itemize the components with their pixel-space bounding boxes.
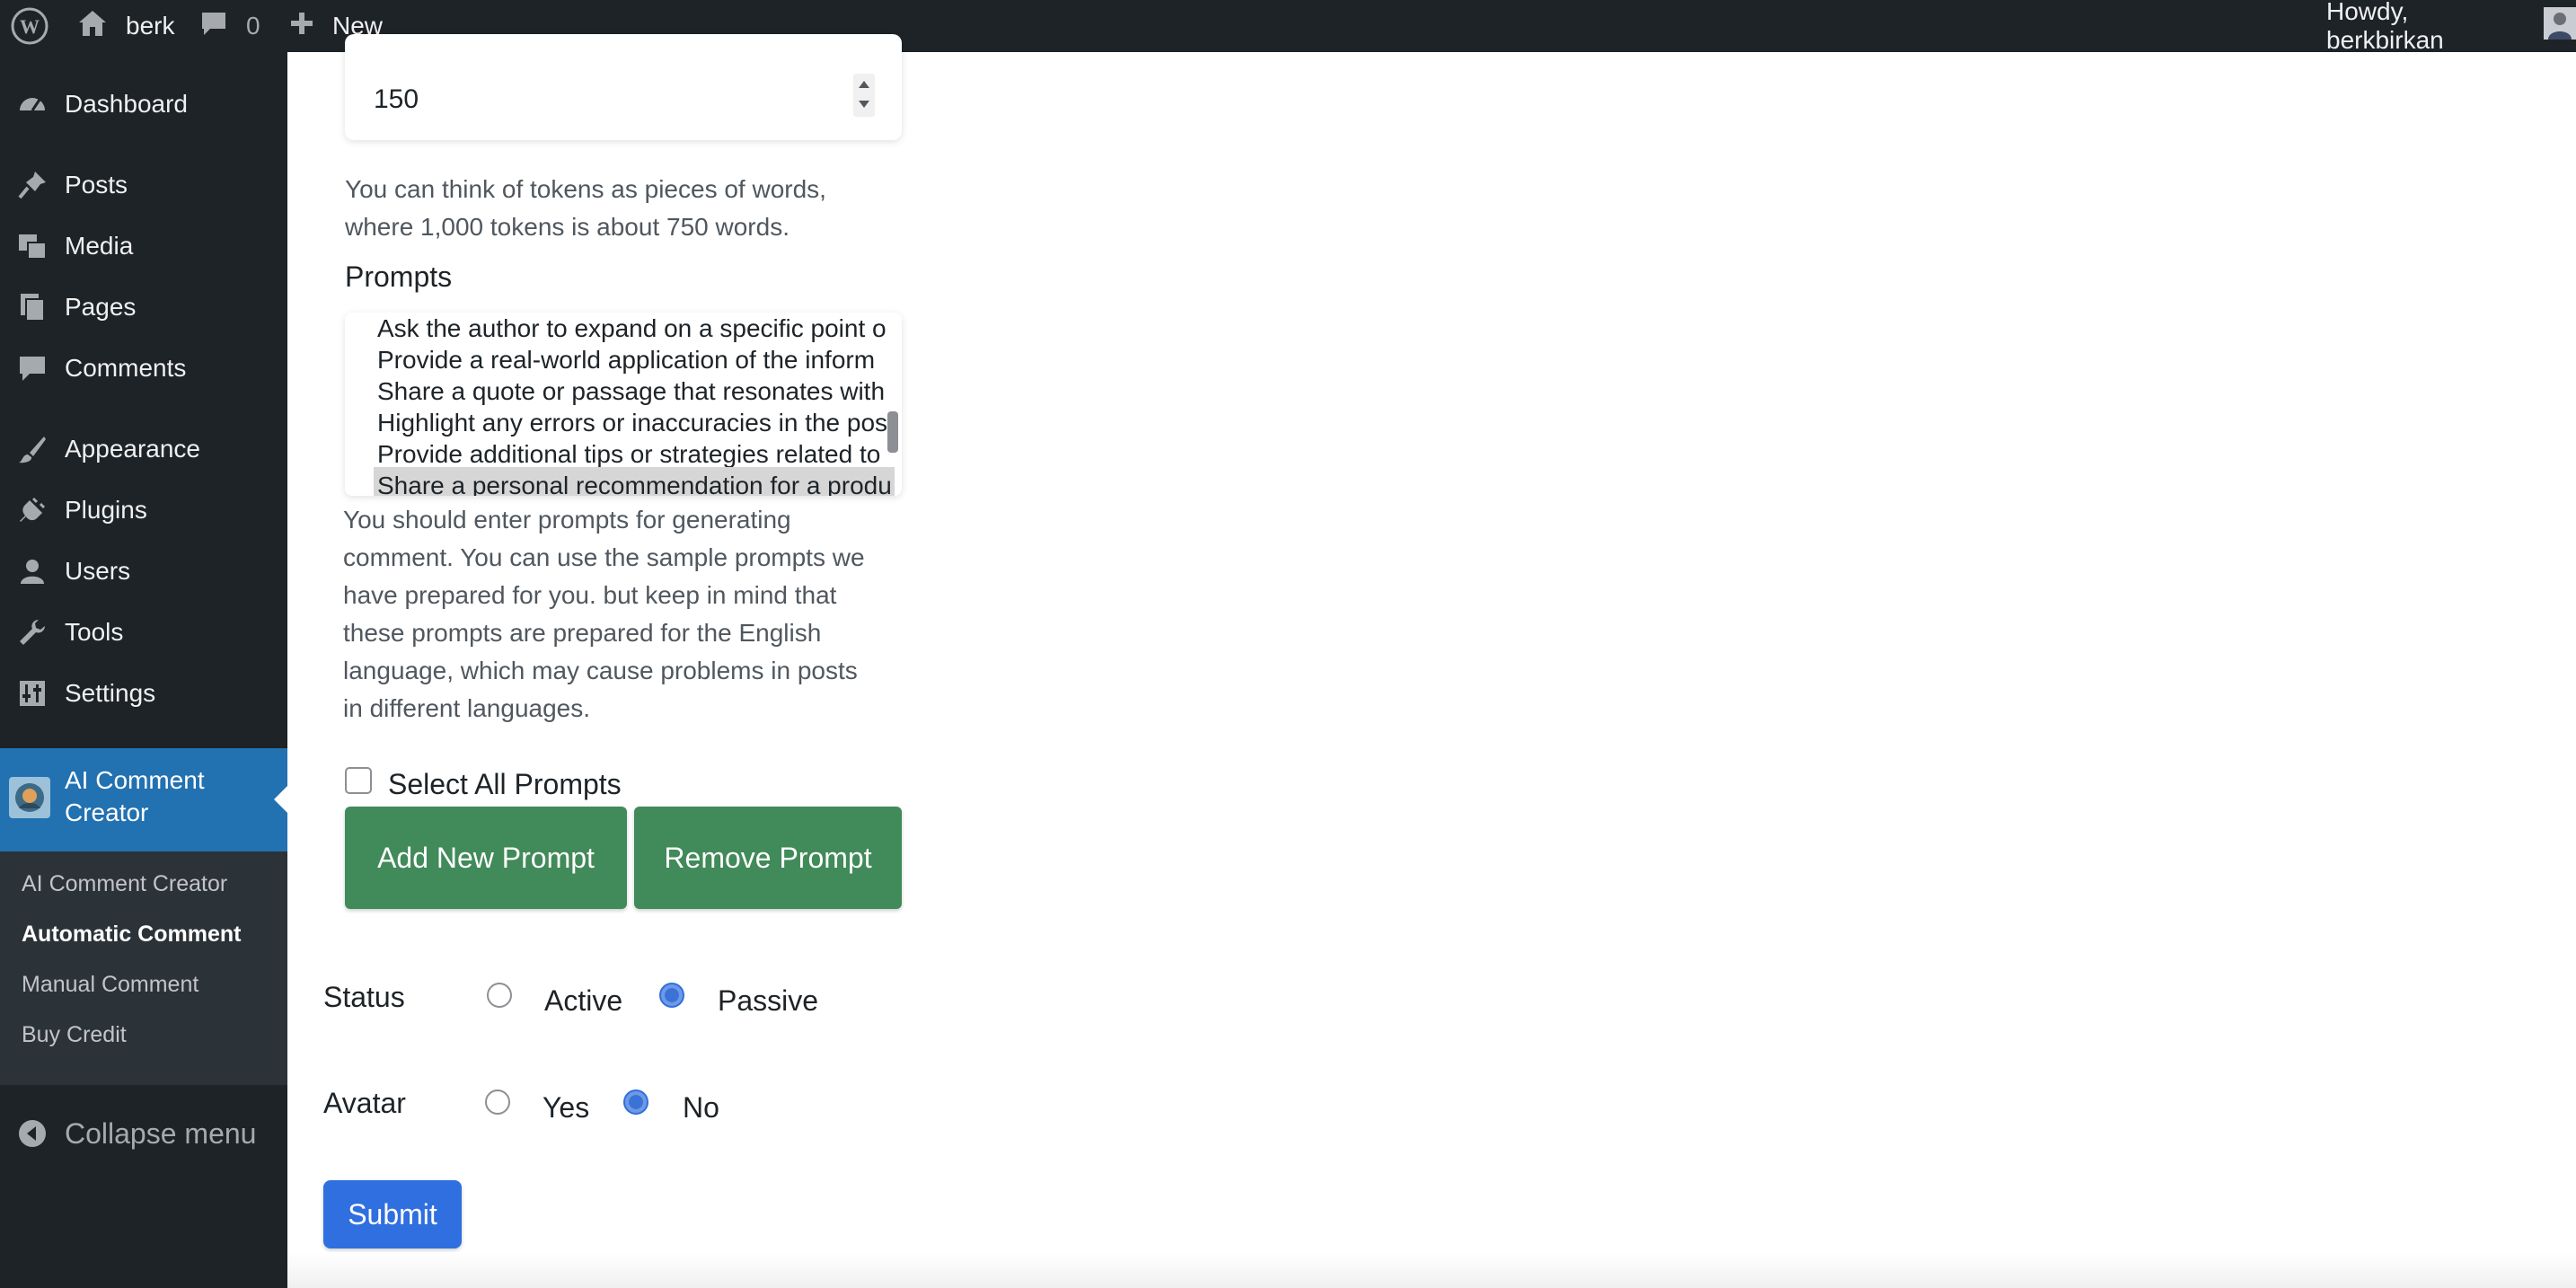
add-new-prompt-button[interactable]: Add New Prompt (345, 807, 627, 909)
remove-prompt-button[interactable]: Remove Prompt (634, 807, 902, 909)
avatar-yes-radio[interactable] (485, 1090, 510, 1115)
dashboard-icon (16, 88, 49, 120)
sidebar-label: Settings (65, 679, 156, 707)
sidebar-label: Tools (65, 618, 124, 646)
avatar-no-label: No (683, 1091, 719, 1124)
prompt-option[interactable]: Ask the author to expand on a specific p… (377, 313, 887, 344)
media-icon (16, 230, 49, 262)
comment-bubble-icon (199, 10, 228, 43)
sidebar-item-comments[interactable]: Comments (0, 341, 287, 395)
sidebar-label: Pages (65, 293, 137, 321)
prompt-option[interactable]: Provide additional tips or strategies re… (377, 438, 880, 470)
status-active-label: Active (544, 984, 623, 1017)
main-content: 150 You can think of tokens as pieces of… (287, 34, 2576, 1288)
max-tokens-value: 150 (374, 84, 419, 114)
comments-link[interactable]: 0 (199, 0, 260, 52)
plus-icon (289, 11, 314, 42)
sidebar-label: Dashboard (65, 90, 188, 118)
prompts-select[interactable]: Ask the author to expand on a specific p… (345, 313, 902, 496)
prompt-option[interactable]: Highlight any errors or inaccuracies in … (377, 407, 887, 438)
submenu-item-manual-comment[interactable]: Manual Comment (22, 972, 198, 998)
sidebar-label: Users (65, 557, 131, 585)
submenu: AI Comment Creator Automatic Comment Man… (0, 851, 287, 1085)
active-arrow-icon (274, 786, 287, 813)
tokens-help-text: You can think of tokens as pieces of wor… (345, 175, 826, 241)
pages-icon (16, 291, 49, 323)
sidebar-item-pages[interactable]: Pages (0, 280, 287, 334)
sidebar-label: Plugins (65, 496, 147, 524)
user-icon (16, 555, 49, 587)
submenu-item-buy-credit[interactable]: Buy Credit (22, 1022, 127, 1048)
prompt-option[interactable]: Provide a real-world application of the … (377, 344, 875, 375)
site-home-link[interactable]: berk (77, 0, 174, 52)
active-item-label: AI Comment Creator (65, 766, 205, 826)
sidebar-label: Appearance (65, 435, 201, 463)
comment-count: 0 (246, 12, 260, 40)
prompt-option[interactable]: Share a quote or passage that resonates … (377, 375, 885, 407)
sidebar-label: Comments (65, 354, 187, 382)
status-label: Status (323, 981, 405, 1013)
comment-icon (16, 352, 49, 384)
wrench-icon (16, 616, 49, 648)
sidebar-label: Posts (65, 171, 128, 198)
number-spinner[interactable] (853, 74, 875, 117)
plugin-logo-icon (9, 777, 50, 818)
settings-icon (16, 677, 49, 710)
collapse-menu-button[interactable]: Collapse menu (0, 1107, 287, 1160)
admin-sidebar: Dashboard Posts Media Pages Comments App… (0, 52, 287, 1288)
select-all-label: Select All Prompts (388, 768, 622, 800)
user-avatar (2544, 6, 2576, 46)
sidebar-item-appearance[interactable]: Appearance (0, 422, 287, 476)
collapse-icon (16, 1117, 49, 1150)
sidebar-item-users[interactable]: Users (0, 544, 287, 598)
sidebar-item-dashboard[interactable]: Dashboard (0, 77, 287, 131)
prompts-help-text: You should enter prompts for generating … (343, 506, 865, 722)
plug-icon (16, 494, 49, 526)
sidebar-item-settings[interactable]: Settings (0, 666, 287, 720)
site-name: berk (126, 12, 175, 40)
max-tokens-input[interactable]: 150 (345, 34, 902, 140)
prompt-option-selected[interactable]: Share a personal recommendation for a pr… (377, 470, 892, 496)
avatar-no-radio[interactable] (623, 1090, 648, 1115)
status-active-radio[interactable] (487, 983, 512, 1008)
avatar-label: Avatar (323, 1087, 406, 1119)
sidebar-label: Media (65, 232, 134, 260)
select-all-checkbox[interactable] (345, 767, 372, 794)
prompts-label: Prompts (345, 260, 453, 293)
wordpress-logo-icon[interactable]: W (11, 0, 49, 52)
howdy-text: Howdy, berkbirkan (2326, 0, 2444, 54)
home-icon (77, 9, 108, 44)
my-account-link[interactable]: Howdy, berkbirkan (2326, 0, 2576, 54)
status-passive-label: Passive (718, 984, 819, 1017)
scrollbar-thumb[interactable] (887, 411, 898, 453)
sidebar-item-posts[interactable]: Posts (0, 158, 287, 212)
submenu-item-automatic-comment[interactable]: Automatic Comment (22, 922, 241, 948)
svg-text:W: W (20, 15, 40, 38)
sidebar-item-ai-comment-creator[interactable]: AI Comment Creator (0, 748, 287, 851)
brush-icon (16, 433, 49, 465)
sidebar-item-tools[interactable]: Tools (0, 605, 287, 659)
submenu-item-ai-comment-creator[interactable]: AI Comment Creator (22, 871, 227, 897)
pin-icon (16, 169, 49, 201)
footer-fade (287, 1252, 2576, 1288)
avatar-yes-label: Yes (543, 1091, 590, 1124)
status-passive-radio[interactable] (659, 983, 684, 1008)
collapse-label: Collapse menu (65, 1116, 257, 1150)
sidebar-item-media[interactable]: Media (0, 219, 287, 273)
submit-button[interactable]: Submit (323, 1180, 462, 1248)
sidebar-item-plugins[interactable]: Plugins (0, 483, 287, 537)
